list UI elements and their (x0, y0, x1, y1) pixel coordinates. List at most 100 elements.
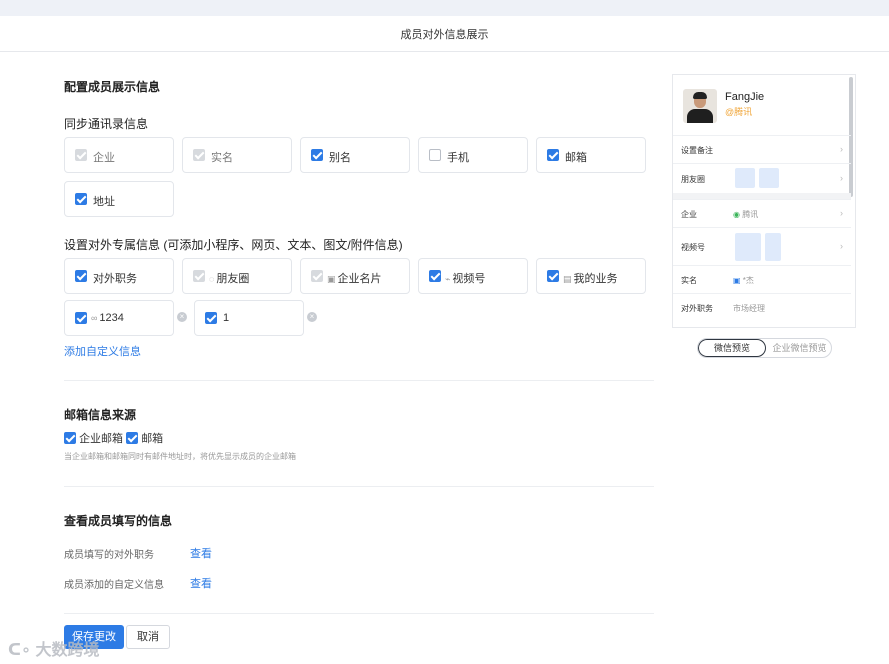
email-source-note: 当企业邮箱和邮箱同时有邮件地址时，将优先显示成员的企业邮箱 (64, 452, 296, 461)
preview-mode-toggle: 微信预览 企业微信预览 (697, 338, 832, 358)
config-heading: 配置成员展示信息 (64, 80, 161, 94)
chevron-right-icon: › (840, 208, 843, 218)
preview-realname-value-wrap: ▣ *杰 (733, 275, 754, 286)
checkbox-checked (75, 312, 87, 324)
preview-card: FangJie @腾讯 设置备注 › 朋友圈 › 企业 ◉ 腾讯 › 视频号 ›… (672, 74, 856, 328)
preview-remark-label: 设置备注 (681, 146, 713, 155)
video-thumb (735, 233, 761, 261)
checkbox-checked (429, 270, 441, 282)
checkbox-disabled-checked (311, 270, 323, 282)
tab-wecom-preview[interactable]: 企业微信预览 (768, 339, 831, 357)
external-label-business: 我的业务 (573, 273, 618, 285)
sync-checkbox-realname[interactable]: 实名 (182, 137, 292, 173)
sync-checkbox-corp[interactable]: 企业 (64, 137, 174, 173)
preview-position-label: 对外职务 (681, 304, 713, 313)
checkbox-checked (75, 270, 87, 282)
preview-corp-value-wrap: ◉ 腾讯 (733, 209, 758, 220)
chevron-right-icon: › (840, 241, 843, 251)
email-source-options: 企业邮箱 邮箱 (64, 430, 163, 446)
preview-moments-label: 朋友圈 (681, 175, 705, 184)
preview-corp: @腾讯 (725, 107, 753, 117)
preview-row-position: 对外职务 市场经理 (673, 293, 851, 321)
external-checkbox-moments[interactable]: ◌ 朋友圈 (182, 258, 292, 294)
preview-realname-label: 实名 (681, 276, 697, 285)
watermark-logo: ᑕ∘ 大数跨境 (8, 642, 100, 659)
top-strip (0, 0, 889, 16)
external-label-business-wrap: ▤ 我的业务 (563, 270, 618, 286)
external-label-card: 企业名片 (337, 273, 382, 285)
custom-label-1234: 1234 (99, 312, 124, 324)
video-icon: ⌁ (445, 274, 451, 284)
cancel-button[interactable]: 取消 (126, 625, 170, 649)
sync-checkbox-phone[interactable]: 手机 (418, 137, 528, 173)
custom-label-1: 1 (223, 312, 230, 324)
external-checkbox-video[interactable]: ⌁ 视频号 (418, 258, 528, 294)
email-source-mail-checkbox[interactable] (126, 432, 139, 444)
member-custom-label: 成员添加的自定义信息 (64, 580, 164, 591)
email-source-mail-label: 邮箱 (141, 433, 164, 445)
checkbox-checked (205, 312, 217, 324)
card-icon: ▣ (327, 274, 336, 284)
external-label-card-wrap: ▣ 企业名片 (327, 270, 382, 286)
custom-label-1234-wrap: ∞ 1234 (91, 312, 124, 324)
external-label-position: 对外职务 (93, 273, 137, 285)
moments-thumb (759, 168, 779, 188)
preview-corp-label: 企业 (681, 210, 697, 219)
sync-checkbox-email[interactable]: 邮箱 (536, 137, 646, 173)
external-label-moments: 朋友圈 (216, 273, 250, 285)
divider (64, 486, 654, 487)
sync-label-phone: 手机 (447, 152, 469, 164)
remove-custom-1-icon[interactable]: × (307, 312, 317, 322)
preview-row-remark[interactable]: 设置备注 › (673, 135, 851, 163)
preview-position-value: 市场经理 (733, 304, 765, 313)
checkbox-checked (547, 270, 559, 282)
external-label-video: 视频号 (452, 273, 486, 285)
external-label-moments-wrap: ◌ 朋友圈 (209, 270, 249, 286)
custom-checkbox-1[interactable]: 1 (194, 300, 304, 336)
add-custom-info-link[interactable]: 添加自定义信息 (64, 343, 141, 359)
id-card-icon: ▣ (733, 276, 741, 285)
checkbox-checked (75, 193, 87, 205)
tab-wechat-preview[interactable]: 微信预览 (698, 339, 766, 357)
page-title: 成员对外信息展示 (400, 29, 489, 41)
sync-label-realname: 实名 (211, 152, 233, 164)
checkbox-unchecked (429, 149, 441, 161)
preview-row-video[interactable]: 视频号 › (673, 227, 851, 265)
sync-label-address: 地址 (93, 196, 115, 208)
avatar (683, 89, 717, 123)
sync-checkbox-alias[interactable]: 别名 (300, 137, 410, 173)
sync-checkbox-address[interactable]: 地址 (64, 181, 174, 217)
watermark-text: 大数跨境 (35, 642, 100, 659)
video-thumb (765, 233, 781, 261)
business-icon: ▤ (563, 274, 572, 284)
checkbox-disabled-checked (193, 270, 205, 282)
external-label-video-wrap: ⌁ 视频号 (445, 270, 485, 286)
external-checkbox-position[interactable]: 对外职务 (64, 258, 174, 294)
page-header: 成员对外信息展示 (0, 16, 889, 52)
sync-label-corp: 企业 (93, 152, 115, 164)
checkbox-disabled-checked (193, 149, 205, 161)
moments-thumb (735, 168, 755, 188)
email-source-corp-label: 企业邮箱 (79, 433, 124, 445)
preview-realname-value: *杰 (742, 276, 754, 285)
divider (64, 613, 654, 614)
preview-row-corp[interactable]: 企业 ◉ 腾讯 › (673, 199, 851, 227)
preview-row-realname: 实名 ▣ *杰 (673, 265, 851, 293)
member-info-heading: 查看成员填写的信息 (64, 514, 173, 528)
checkbox-disabled-checked (75, 149, 87, 161)
remove-custom-1234-icon[interactable]: × (177, 312, 187, 322)
view-member-position-link[interactable]: 查看 (190, 545, 212, 561)
preview-video-label: 视频号 (681, 243, 705, 252)
preview-name: FangJie (725, 91, 765, 103)
external-checkbox-business[interactable]: ▤ 我的业务 (536, 258, 646, 294)
moments-icon: ◌ (209, 274, 215, 284)
external-heading: 设置对外专属信息 (可添加小程序、网页、文本、图文/附件信息) (64, 238, 403, 252)
preview-row-moments[interactable]: 朋友圈 › (673, 163, 851, 193)
sync-label-email: 邮箱 (565, 152, 587, 164)
view-member-custom-link[interactable]: 查看 (190, 575, 212, 591)
external-checkbox-card[interactable]: ▣ 企业名片 (300, 258, 410, 294)
custom-checkbox-1234[interactable]: ∞ 1234 (64, 300, 174, 336)
email-source-corp-checkbox[interactable] (64, 432, 76, 444)
verified-icon: ◉ (733, 210, 740, 219)
member-position-label: 成员填写的对外职务 (64, 550, 154, 561)
